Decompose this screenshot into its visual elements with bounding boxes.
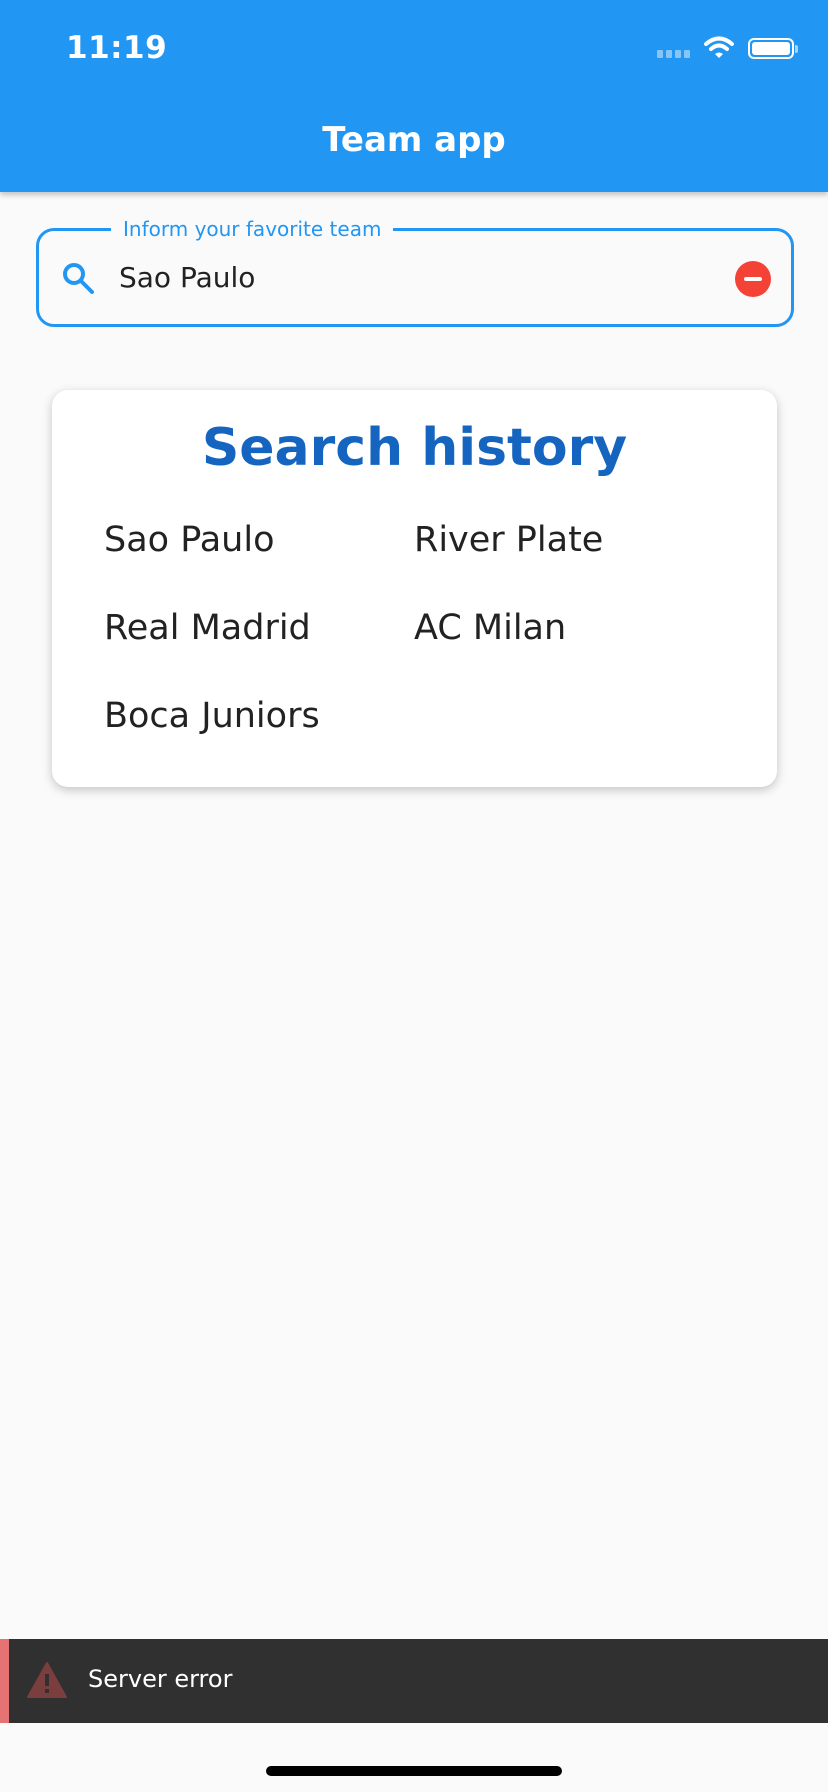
search-field-label: Inform your favorite team — [111, 216, 394, 242]
search-input[interactable]: Sao Paulo — [119, 261, 255, 294]
app-title: Team app — [322, 120, 506, 160]
status-time: 11:19 — [66, 30, 168, 66]
status-icons — [657, 36, 798, 60]
search-icon — [63, 263, 94, 294]
remove-circle-icon[interactable] — [735, 261, 771, 297]
error-snackbar: Server error — [0, 1639, 828, 1723]
team-search-field[interactable]: Inform your favorite team Sao Paulo — [36, 216, 794, 327]
home-indicator[interactable] — [266, 1766, 562, 1776]
app-bar: 11:19 Team app — [0, 0, 828, 192]
cellular-signal-icon — [657, 38, 690, 58]
history-item-boca-juniors[interactable]: Boca Juniors — [104, 696, 320, 736]
history-item-river-plate[interactable]: River Plate — [414, 520, 603, 560]
history-item-ac-milan[interactable]: AC Milan — [414, 608, 566, 648]
search-history-card: Search history Sao Paulo River Plate Rea… — [52, 390, 777, 787]
battery-icon — [748, 37, 798, 59]
history-item-real-madrid[interactable]: Real Madrid — [104, 608, 311, 648]
wifi-icon — [704, 36, 734, 58]
snackbar-message: Server error — [88, 1665, 233, 1693]
snackbar-accent-bar — [0, 1639, 9, 1723]
search-history-title: Search history — [201, 418, 628, 478]
history-item-sao-paulo[interactable]: Sao Paulo — [104, 520, 275, 560]
warning-icon — [27, 1662, 67, 1698]
